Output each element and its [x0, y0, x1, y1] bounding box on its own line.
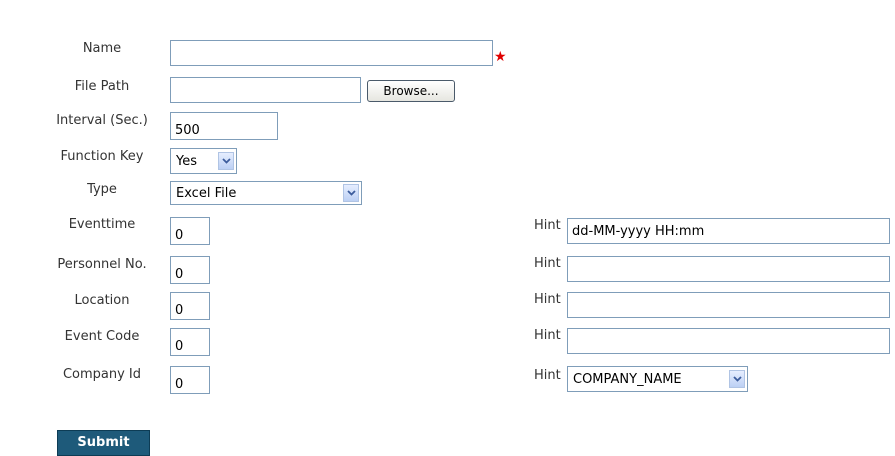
interval-input[interactable] — [170, 112, 278, 140]
company-id-label: Company Id — [62, 367, 142, 382]
name-input[interactable] — [170, 40, 493, 66]
function-key-select[interactable]: Yes — [170, 148, 237, 174]
eventtime-hint-label: Hint — [534, 218, 561, 233]
file-path-label: File Path — [74, 79, 130, 94]
eventtime-hint-input[interactable] — [567, 218, 890, 244]
location-hint-input[interactable] — [567, 292, 890, 318]
chevron-down-icon[interactable] — [729, 370, 745, 388]
function-key-selected: Yes — [176, 153, 197, 169]
event-code-input[interactable] — [170, 328, 210, 356]
event-code-hint-input[interactable] — [567, 328, 890, 354]
file-path-input[interactable] — [170, 77, 361, 103]
eventtime-label: Eventtime — [68, 217, 136, 232]
company-id-input[interactable] — [170, 366, 210, 394]
interval-label: Interval (Sec.) — [56, 113, 148, 128]
type-selected: Excel File — [176, 185, 237, 201]
company-id-hint-select[interactable]: COMPANY_NAME — [567, 366, 748, 392]
personnel-no-hint-label: Hint — [534, 256, 561, 271]
chevron-down-icon[interactable] — [343, 184, 359, 202]
submit-button[interactable]: Submit — [57, 430, 150, 456]
required-star-icon: ★ — [494, 49, 507, 65]
type-label: Type — [87, 182, 117, 197]
event-code-label: Event Code — [64, 329, 140, 344]
personnel-no-input[interactable] — [170, 256, 210, 284]
location-input[interactable] — [170, 292, 210, 320]
location-hint-label: Hint — [534, 292, 561, 307]
type-select[interactable]: Excel File — [170, 181, 362, 205]
function-key-label: Function Key — [60, 149, 144, 164]
personnel-no-label: Personnel No. — [57, 257, 147, 272]
eventtime-input[interactable] — [170, 217, 210, 245]
company-id-hint-selected: COMPANY_NAME — [573, 371, 682, 387]
company-id-hint-label: Hint — [534, 368, 561, 383]
event-code-hint-label: Hint — [534, 328, 561, 343]
browse-button[interactable]: Browse... — [367, 80, 455, 102]
chevron-down-icon[interactable] — [218, 152, 234, 170]
name-label: Name — [82, 41, 122, 56]
location-label: Location — [74, 293, 130, 308]
personnel-no-hint-input[interactable] — [567, 256, 890, 282]
